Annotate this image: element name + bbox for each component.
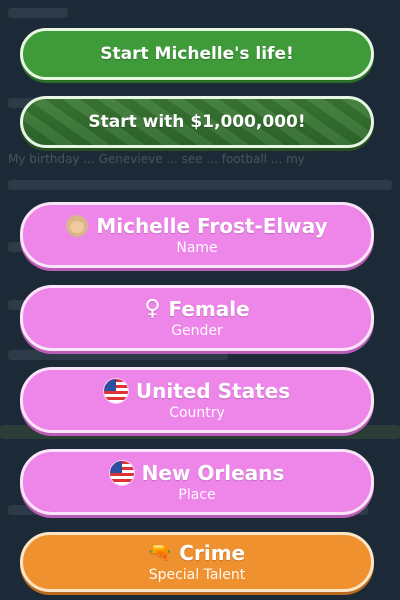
special-talent-value: Crime <box>179 541 246 565</box>
country-option-button[interactable]: United States Country <box>20 367 374 433</box>
gender-caption: Gender <box>171 323 223 339</box>
background-line <box>8 350 228 360</box>
start-with-money-label: Start with $1,000,000! <box>88 112 306 132</box>
name-option-button[interactable]: Michelle Frost-Elway Name <box>20 202 374 268</box>
country-caption: Country <box>169 405 225 421</box>
place-option-button[interactable]: New Orleans Place <box>20 449 374 515</box>
start-life-button[interactable]: Start Michelle's life! <box>20 28 374 80</box>
female-sign-icon: ♀ <box>144 296 161 321</box>
name-caption: Name <box>176 240 218 256</box>
pistol-icon: 🔫 <box>148 542 172 563</box>
background-line <box>8 180 392 190</box>
country-value: United States <box>135 379 291 403</box>
special-talent-caption: Special Talent <box>148 567 246 583</box>
gender-value: Female <box>168 297 250 321</box>
special-talent-button[interactable]: 🔫 Crime Special Talent <box>20 532 374 592</box>
start-with-money-button[interactable]: Start with $1,000,000! <box>20 96 374 148</box>
person-avatar-icon <box>66 215 89 237</box>
name-value: Michelle Frost-Elway <box>96 214 328 238</box>
gender-option-button[interactable]: ♀ Female Gender <box>20 285 374 351</box>
place-value: New Orleans <box>141 461 285 485</box>
us-flag-icon <box>109 461 134 485</box>
start-life-label: Start Michelle's life! <box>100 44 294 64</box>
background-line <box>8 8 68 18</box>
us-flag-icon <box>103 379 128 403</box>
place-caption: Place <box>178 487 216 503</box>
background-text: My birthday ... Genevieve ... see ... fo… <box>8 152 305 166</box>
